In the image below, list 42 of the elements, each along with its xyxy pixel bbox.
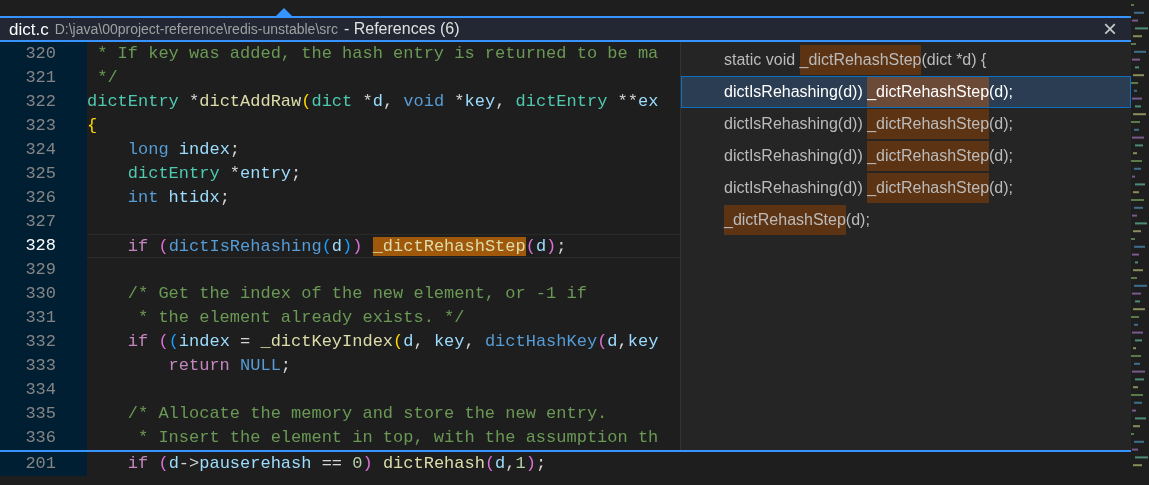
code-line: if (d->pauserehash == 0) dictRehash(d,1); xyxy=(126,453,547,475)
line-number: 330 xyxy=(24,283,57,305)
line-number: 336 xyxy=(24,427,57,449)
line-number: 323 xyxy=(24,115,57,137)
code-line: int htidx; xyxy=(126,188,230,207)
code-line: /* Get the index of the new element, or -1 if xyxy=(126,284,587,303)
code-line: long index; xyxy=(126,140,241,159)
line-number: 327 xyxy=(24,211,57,233)
close-button[interactable]: × xyxy=(1103,17,1117,41)
code-line: if ((index = _dictKeyIndex(d, key, dictHashKey(d,key xyxy=(126,332,659,351)
line-number: 322 xyxy=(24,91,57,113)
code-line: dictEntry *dictAddRaw(dict *d, void *key, dictEntry **ex xyxy=(87,92,659,111)
code-line: */ xyxy=(96,68,118,87)
reference-item[interactable]: dictIsRehashing(d)) _dictRehashStep(d); xyxy=(681,172,1131,204)
line-number: 331 xyxy=(24,307,57,329)
reference-item[interactable]: _dictRehashStep(d); xyxy=(681,204,1131,236)
line-number: 335 xyxy=(24,403,57,425)
reference-item[interactable]: dictIsRehashing(d)) _dictRehashStep(d); xyxy=(681,76,1131,108)
code-line: * the element already exists. */ xyxy=(137,308,465,327)
line-number: 324 xyxy=(24,139,57,161)
line-number: 325 xyxy=(24,163,57,185)
code-line: return NULL; xyxy=(167,356,292,375)
reference-item[interactable]: dictIsRehashing(d)) _dictRehashStep(d); xyxy=(681,108,1131,140)
file-path: D:\java\00project-reference\redis-unstable\src xyxy=(54,22,338,36)
code-line: * Insert the element in top, with the assumption th xyxy=(137,428,659,447)
line-number: 328 xyxy=(24,235,57,257)
code-line: { xyxy=(87,116,98,135)
line-number: 201 xyxy=(0,452,87,476)
line-number: 333 xyxy=(24,355,57,377)
line-number: 326 xyxy=(24,187,57,209)
reference-item[interactable]: dictIsRehashing(d)) _dictRehashStep(d); xyxy=(681,140,1131,172)
line-number: 334 xyxy=(24,379,57,401)
line-number: 332 xyxy=(24,331,57,353)
line-number: 329 xyxy=(24,259,57,281)
code-line: * If key was added, the hash entry is returned to be ma xyxy=(96,44,659,63)
peek-title: - References (6) xyxy=(343,21,460,37)
code-line: dictEntry *entry; xyxy=(126,164,302,183)
file-name: dict.c xyxy=(9,20,49,38)
reference-item[interactable]: static void _dictRehashStep(dict *d) { xyxy=(681,44,1131,76)
line-number: 320 xyxy=(24,43,57,65)
line-number: 321 xyxy=(24,67,57,89)
code-line: /* Allocate the memory and store the new entry. xyxy=(126,404,608,423)
